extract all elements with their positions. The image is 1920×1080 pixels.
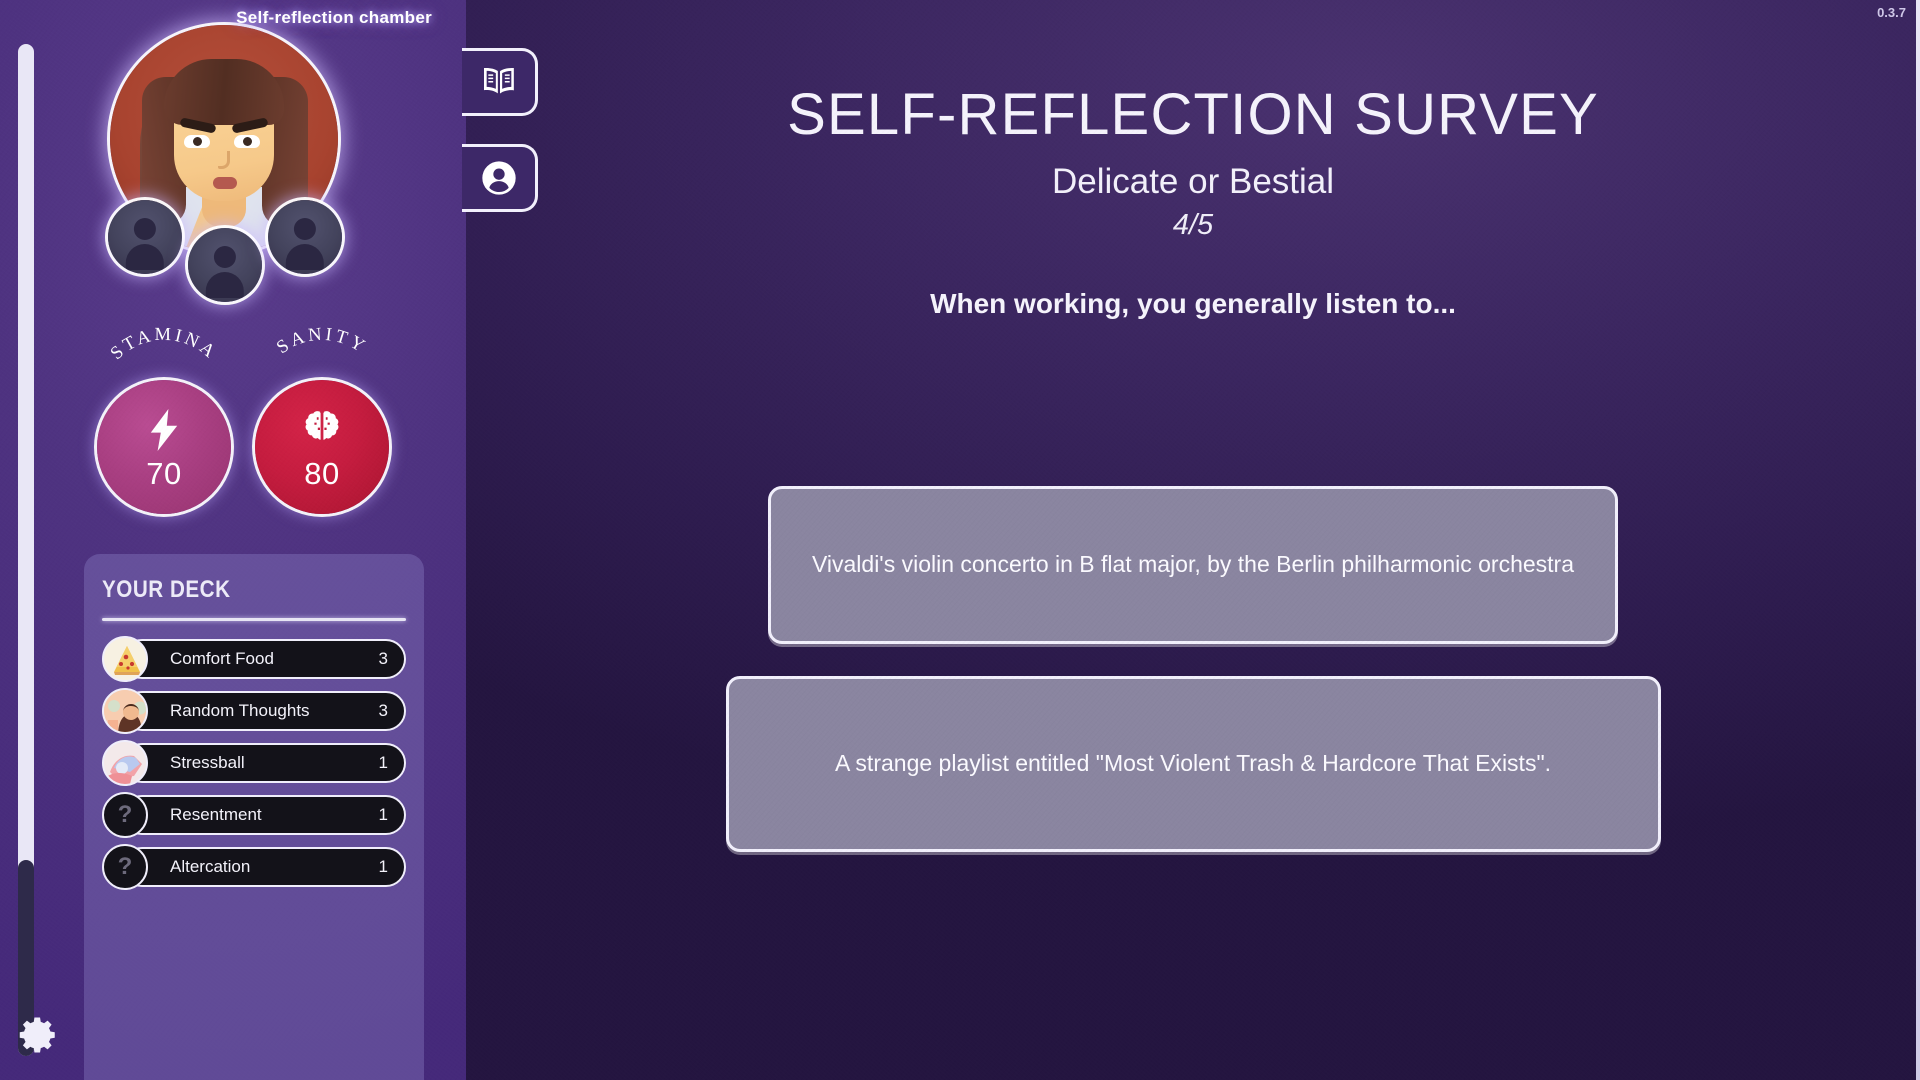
stat-sanity-circle: 80 [255, 380, 389, 514]
stat-stamina-name: STAMINA [107, 325, 218, 364]
deck-item-count: 1 [378, 753, 388, 772]
hands-stressball-icon [102, 740, 148, 786]
companion-silhouette-icon[interactable] [268, 200, 342, 274]
deck-list: Comfort Food 3 Random Thoughts 3 Stressb… [102, 636, 406, 890]
companion-silhouette-icon[interactable] [108, 200, 182, 274]
gear-icon[interactable] [18, 1014, 60, 1056]
deck-item-pill[interactable]: Resentment 1 [122, 795, 406, 835]
page-title: SELF-REFLECTION SURVEY [787, 82, 1599, 147]
deck-item-count: 1 [378, 805, 388, 824]
main-content: 0.3.7 SELF-REFLECTION SURVEY Delicate or… [462, 0, 1920, 1080]
answer-option-label: Vivaldi's violin concerto in B flat majo… [811, 551, 1575, 578]
portrait-pupil-left [193, 137, 202, 146]
list-item[interactable]: Stressball 1 [102, 740, 406, 786]
question-glyph: ? [117, 853, 133, 880]
deck-item-pill[interactable]: Stressball 1 [122, 743, 406, 783]
list-item[interactable]: Altercation 1 ? [102, 844, 406, 890]
answer-option-button[interactable]: Vivaldi's violin concerto in B flat majo… [768, 486, 1618, 644]
companion-body [205, 272, 245, 298]
question-mark-icon: ? [102, 792, 148, 838]
deck-item-label: Resentment [170, 805, 262, 824]
deck-item-pill[interactable]: Comfort Food 3 [122, 639, 406, 679]
survey-question: When working, you generally listen to... [930, 287, 1456, 319]
deck-item-count: 1 [378, 857, 388, 876]
survey-subtitle: Delicate or Bestial [1051, 162, 1335, 201]
tab-profile[interactable] [462, 144, 538, 212]
deck-item-label: Comfort Food [170, 649, 274, 668]
deck-item-pill[interactable]: Altercation 1 [122, 847, 406, 887]
deck-item-count: 3 [378, 701, 388, 720]
list-item[interactable]: Random Thoughts 3 [102, 688, 406, 734]
question-mark-icon: ? [102, 844, 148, 890]
deck-item-label: Stressball [170, 753, 245, 772]
deck-title: YOUR DECK [102, 576, 231, 603]
character-sidebar: Self-reflection chamber STAMINA 70 SANIT… [0, 0, 466, 1080]
deck-item-pill[interactable]: Random Thoughts 3 [122, 691, 406, 731]
stat-stamina-circle: 70 [97, 380, 231, 514]
tab-journal[interactable] [462, 48, 538, 116]
stat-sanity-value: 80 [304, 456, 340, 491]
stat-stamina-value: 70 [146, 456, 182, 491]
deck-panel: YOUR DECK Comfort Food 3 Random Thoughts… [84, 554, 424, 1080]
companion-body [125, 244, 165, 270]
list-item[interactable]: Comfort Food 3 [102, 636, 406, 682]
svg-text:STAMINA: STAMINA [107, 325, 221, 364]
game-screen: Self-reflection chamber STAMINA 70 SANIT… [0, 0, 1920, 1080]
companion-head [293, 217, 317, 240]
stat-sanity[interactable]: SANITY 80 [252, 325, 392, 514]
svg-text:SANITY: SANITY [273, 325, 370, 359]
stat-stamina[interactable]: STAMINA 70 [94, 325, 234, 514]
portrait-eye-left [184, 135, 210, 148]
lightning-bolt-icon [150, 409, 178, 451]
survey-panel: SELF-REFLECTION SURVEY Delicate or Besti… [466, 0, 1920, 320]
open-book-icon [483, 67, 514, 94]
stat-sanity-name: SANITY [273, 325, 367, 359]
portrait-mouth [213, 177, 237, 189]
deck-item-label: Altercation [170, 857, 251, 876]
thinking-person-icon [102, 688, 148, 734]
survey-progress: 4/5 [1172, 208, 1214, 241]
portrait-eye-right [234, 135, 260, 148]
question-glyph: ? [117, 801, 133, 828]
companion-head [133, 217, 157, 240]
person-icon [481, 161, 516, 195]
deck-item-count: 3 [378, 649, 388, 668]
pizza-slice-icon [102, 636, 148, 682]
deck-divider [102, 618, 406, 621]
deck-item-label: Random Thoughts [170, 701, 310, 720]
companion-silhouette-icon[interactable] [188, 228, 262, 302]
answer-list: Vivaldi's violin concerto in B flat majo… [466, 486, 1920, 852]
list-item[interactable]: Resentment 1 ? [102, 792, 406, 838]
answer-option-button[interactable]: A strange playlist entitled "Most Violen… [725, 676, 1661, 852]
companion-body [285, 244, 325, 270]
brain-icon [305, 411, 339, 440]
companion-head [213, 245, 237, 268]
portrait-hair-front [164, 59, 284, 125]
version-label: 0.3.7 [1877, 5, 1906, 20]
answer-option-label: A strange playlist entitled "Most Violen… [834, 750, 1552, 777]
sidebar-edge-divider [1916, 0, 1920, 1080]
chamber-label: Self-reflection chamber [236, 8, 432, 27]
portrait-pupil-right [243, 137, 252, 146]
